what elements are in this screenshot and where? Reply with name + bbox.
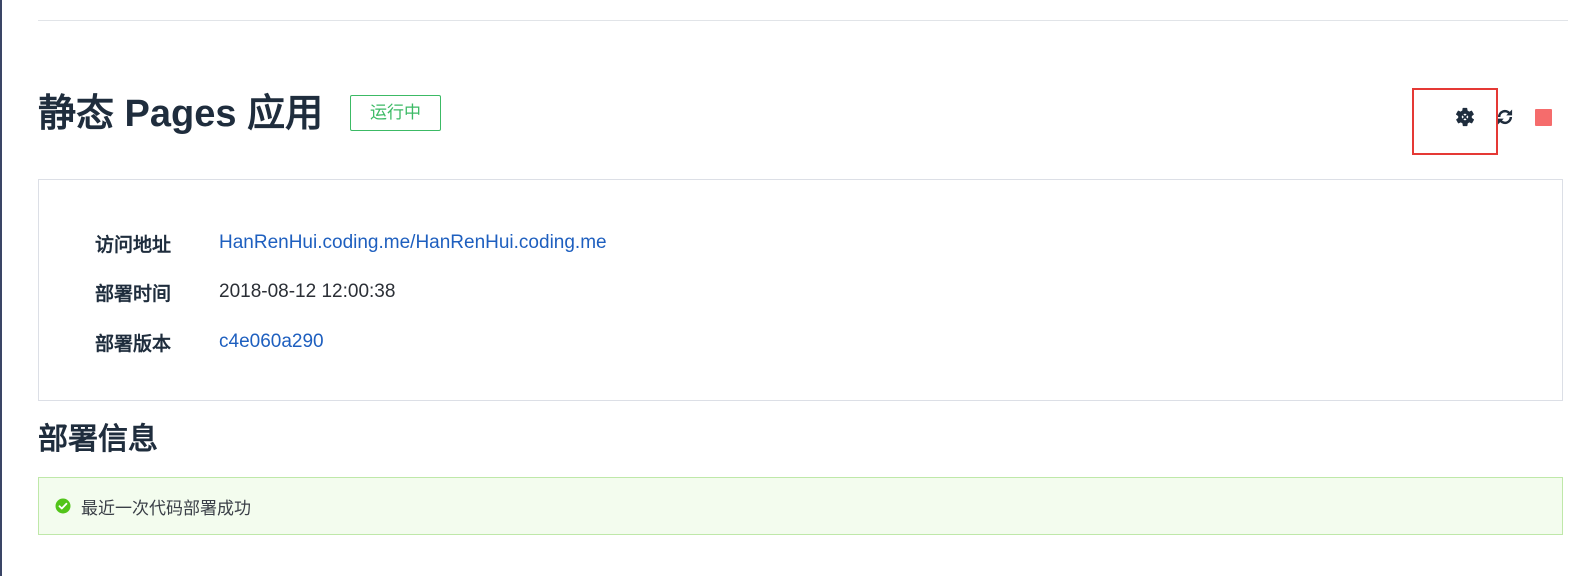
info-row-version: 部署版本 c4e060a290 [95, 327, 324, 357]
top-divider [38, 20, 1568, 21]
deploy-version-link[interactable]: c4e060a290 [219, 331, 324, 353]
info-row-time: 部署时间 2018-08-12 12:00:38 [95, 277, 395, 307]
gear-icon [1455, 107, 1475, 127]
info-label-url: 访问地址 [95, 234, 172, 256]
deploy-success-message: 最近一次代码部署成功 [81, 498, 251, 518]
left-edge [0, 0, 2, 576]
info-label-version: 部署版本 [95, 333, 172, 355]
info-panel: 访问地址 HanRenHui.coding.me/HanRenHui.codin… [38, 179, 1563, 401]
deploy-section-title: 部署信息 [38, 423, 158, 456]
info-row-url: 访问地址 HanRenHui.coding.me/HanRenHui.codin… [95, 228, 607, 258]
page: 静态 Pages 应用 运行中 访问地址 HanRenHui.coding.me… [0, 0, 1588, 576]
info-label-time: 部署时间 [95, 283, 172, 305]
settings-button[interactable] [1449, 102, 1481, 132]
deploy-success-alert: 最近一次代码部署成功 [38, 477, 1563, 535]
check-circle-icon [55, 498, 71, 514]
stop-icon [1534, 108, 1552, 126]
access-url-link[interactable]: HanRenHui.coding.me/HanRenHui.coding.me [219, 232, 607, 254]
page-title: 静态 Pages 应用 [38, 93, 324, 135]
deploy-time-value: 2018-08-12 12:00:38 [219, 281, 396, 302]
stop-button[interactable] [1531, 106, 1555, 128]
refresh-icon [1497, 109, 1513, 125]
status-badge: 运行中 [350, 95, 441, 131]
refresh-button[interactable] [1491, 102, 1519, 132]
